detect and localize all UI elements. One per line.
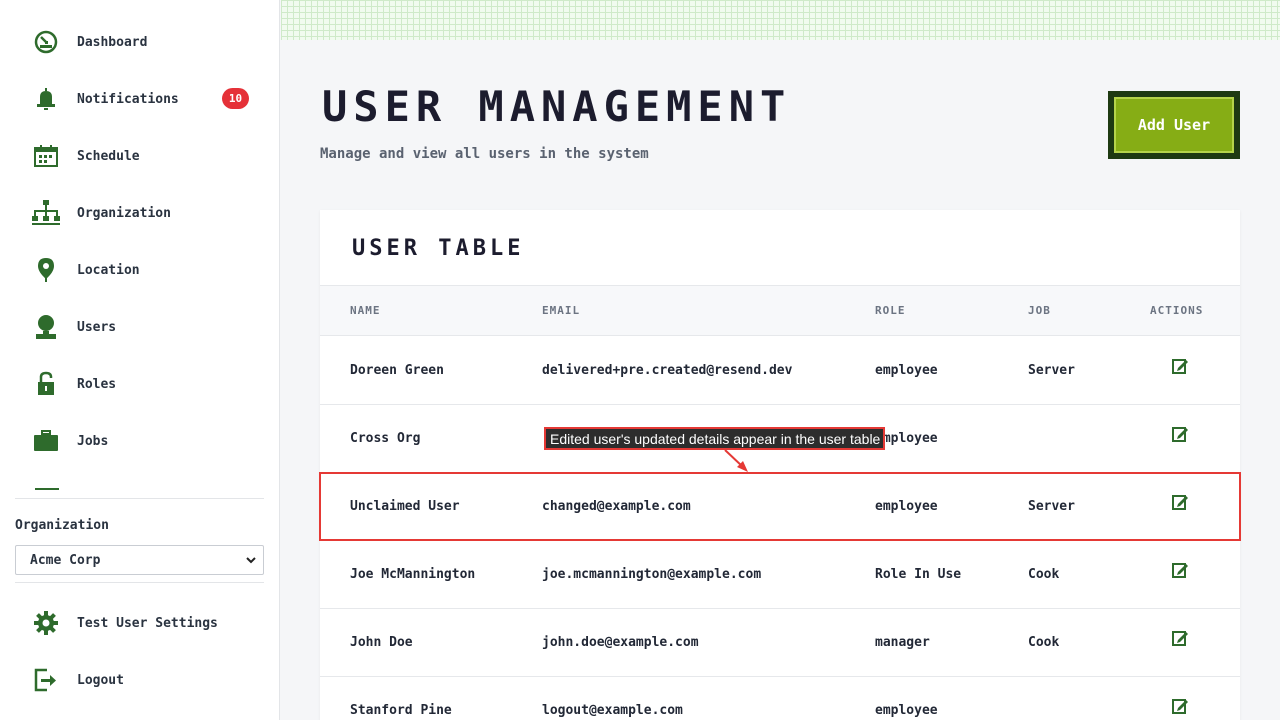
user-role: employee [875,499,938,514]
sidebar-item-label: Notifications [77,91,179,107]
sidebar-nav: Dashboard Notifications 10 Schedule Orga… [0,0,279,492]
user-role: manager [875,635,930,650]
sidebar-item-label: Test User Settings [77,615,218,631]
page-subtitle: Manage and view all users in the system [320,146,649,162]
table-row: Doreen Green delivered+pre.created@resen… [320,337,1240,405]
column-header-role: Role [875,304,906,317]
sidebar-item-label: Location [77,262,140,278]
lock-icon [30,368,62,400]
user-name: Unclaimed User [350,499,460,514]
edit-icon[interactable] [1171,697,1189,715]
user-name: Cross Org [350,431,421,446]
user-name: Doreen Green [350,363,444,378]
sidebar-item-organization[interactable]: Organization [30,193,260,233]
table-row: Unclaimed User changed@example.com emplo… [320,473,1240,541]
edit-icon[interactable] [1171,357,1189,375]
column-header-actions: Actions [1150,304,1204,317]
edit-icon[interactable] [1171,561,1189,579]
user-job: Cook [1028,635,1060,650]
sidebar-item-label: Organization [77,205,171,221]
annotation-callout: Edited user's updated details appear in … [544,427,885,450]
partial-nav-item-icon [35,488,59,492]
sidebar-item-notifications[interactable]: Notifications 10 [30,79,260,119]
sidebar-item-logout[interactable]: Logout [30,660,260,700]
page-title: User Management [322,82,792,131]
dashboard-icon [30,26,62,58]
user-job: Server [1028,363,1075,378]
column-header-email: Email [542,304,581,317]
table-row: Joe McMannington joe.mcmannington@exampl… [320,541,1240,609]
user-icon [30,311,62,343]
edit-icon[interactable] [1171,629,1189,647]
table-row: John Doe john.doe@example.com manager Co… [320,609,1240,677]
organization-selected-value: Acme Corp [30,552,101,568]
briefcase-icon [30,425,62,457]
bell-icon [30,83,62,115]
column-header-job: Job [1028,304,1051,317]
user-name: John Doe [350,635,413,650]
user-table-title: User Table [352,236,525,261]
sidebar-item-dashboard[interactable]: Dashboard [30,22,260,62]
sidebar: Dashboard Notifications 10 Schedule Orga… [0,0,280,720]
column-header-name: Name [350,304,381,317]
sidebar-item-label: Jobs [77,433,109,449]
table-header: Name Email Role Job Actions [320,285,1240,336]
sidebar-item-label: Dashboard [77,34,148,50]
organization-select[interactable]: Acme Corp [15,545,264,575]
user-email: delivered+pre.created@resend.dev [542,363,793,378]
org-chart-icon [30,197,62,229]
sidebar-item-schedule[interactable]: Schedule [30,136,260,176]
sidebar-item-label: Schedule [77,148,140,164]
sidebar-item-location[interactable]: Location [30,250,260,290]
user-name: Joe McMannington [350,567,476,582]
user-name: Stanford Pine [350,703,452,718]
user-role: Role In Use [875,567,962,582]
sidebar-item-users[interactable]: Users [30,307,260,347]
edit-icon[interactable] [1171,425,1189,443]
user-email: changed@example.com [542,499,691,514]
calendar-icon [30,140,62,172]
table-row: Stanford Pine logout@example.com employe… [320,677,1240,720]
sidebar-item-label: Roles [77,376,117,392]
gear-icon [30,607,62,639]
location-pin-icon [30,254,62,286]
notification-count-badge: 10 [222,88,249,109]
user-role: employee [875,703,938,718]
user-email: john.doe@example.com [542,635,699,650]
sidebar-item-label: Logout [77,672,124,688]
edit-icon[interactable] [1171,493,1189,511]
sidebar-divider [15,498,264,499]
sidebar-divider [15,582,264,583]
sidebar-item-roles[interactable]: Roles [30,364,260,404]
user-table-card: User Table Name Email Role Job Actions D… [320,210,1240,720]
chevron-down-icon [245,554,257,570]
sidebar-item-test-user-settings[interactable]: Test User Settings [30,603,260,643]
sidebar-item-label: Users [77,319,117,335]
add-user-button-label: Add User [1114,97,1234,153]
add-user-button[interactable]: Add User [1108,91,1240,159]
user-job: Server [1028,499,1075,514]
user-email: joe.mcmannington@example.com [542,567,762,582]
logout-icon [30,664,62,696]
user-role: employee [875,363,938,378]
user-email: logout@example.com [542,703,683,718]
decorative-grid-header [281,0,1280,40]
user-job: Cook [1028,567,1060,582]
sidebar-item-jobs[interactable]: Jobs [30,421,260,461]
organization-label: Organization [15,518,109,533]
